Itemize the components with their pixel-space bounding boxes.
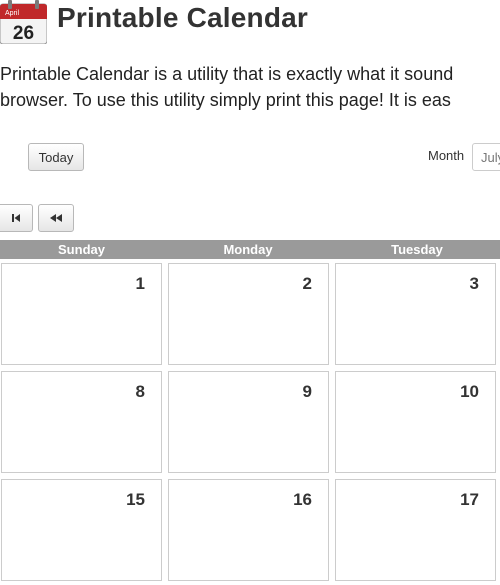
- calendar-day-cell[interactable]: 16: [168, 479, 329, 581]
- calendar-day-cell[interactable]: 10: [335, 371, 496, 473]
- calendar-icon: April 26: [0, 0, 47, 44]
- intro-text: Printable Calendar is a utility that is …: [0, 61, 500, 113]
- day-number: 1: [135, 274, 145, 293]
- month-label: Month: [428, 148, 465, 163]
- today-button[interactable]: Today: [28, 143, 84, 171]
- intro-line-1: Printable Calendar is a utility that is …: [0, 64, 454, 84]
- calendar-day-cell[interactable]: 1: [1, 263, 162, 365]
- page-header: April 26 Printable Calendar: [0, 0, 500, 48]
- day-number: 8: [135, 382, 145, 401]
- calendar-icon-day: 26: [13, 23, 34, 44]
- skip-first-icon: [12, 214, 20, 222]
- calendar-icon-month: April: [5, 10, 19, 17]
- weekday-monday: Monday: [223, 242, 273, 257]
- day-number: 10: [460, 382, 479, 401]
- page-title: Printable Calendar: [57, 2, 309, 33]
- day-number: 3: [469, 274, 479, 293]
- calendar-day-cell[interactable]: 15: [1, 479, 162, 581]
- intro-line-2: browser. To use this utility simply prin…: [0, 90, 451, 110]
- day-number: 17: [460, 490, 479, 509]
- day-number: 2: [302, 274, 312, 293]
- weekday-sunday: Sunday: [58, 242, 105, 257]
- weekday-tuesday: Tuesday: [391, 242, 443, 257]
- calendar-day-cell[interactable]: 8: [1, 371, 162, 473]
- previous-button[interactable]: [38, 204, 74, 232]
- month-select[interactable]: July: [472, 143, 500, 171]
- day-number: 9: [302, 382, 312, 401]
- weekday-header-bar: Sunday Monday Tuesday: [0, 240, 500, 259]
- calendar-day-cell[interactable]: 17: [335, 479, 496, 581]
- first-page-button[interactable]: [0, 204, 33, 232]
- day-number: 15: [126, 490, 145, 509]
- calendar-day-cell[interactable]: 9: [168, 371, 329, 473]
- double-chevron-left-icon: [50, 214, 62, 222]
- day-number: 16: [293, 490, 312, 509]
- calendar-day-cell[interactable]: 3: [335, 263, 496, 365]
- calendar-day-cell[interactable]: 2: [168, 263, 329, 365]
